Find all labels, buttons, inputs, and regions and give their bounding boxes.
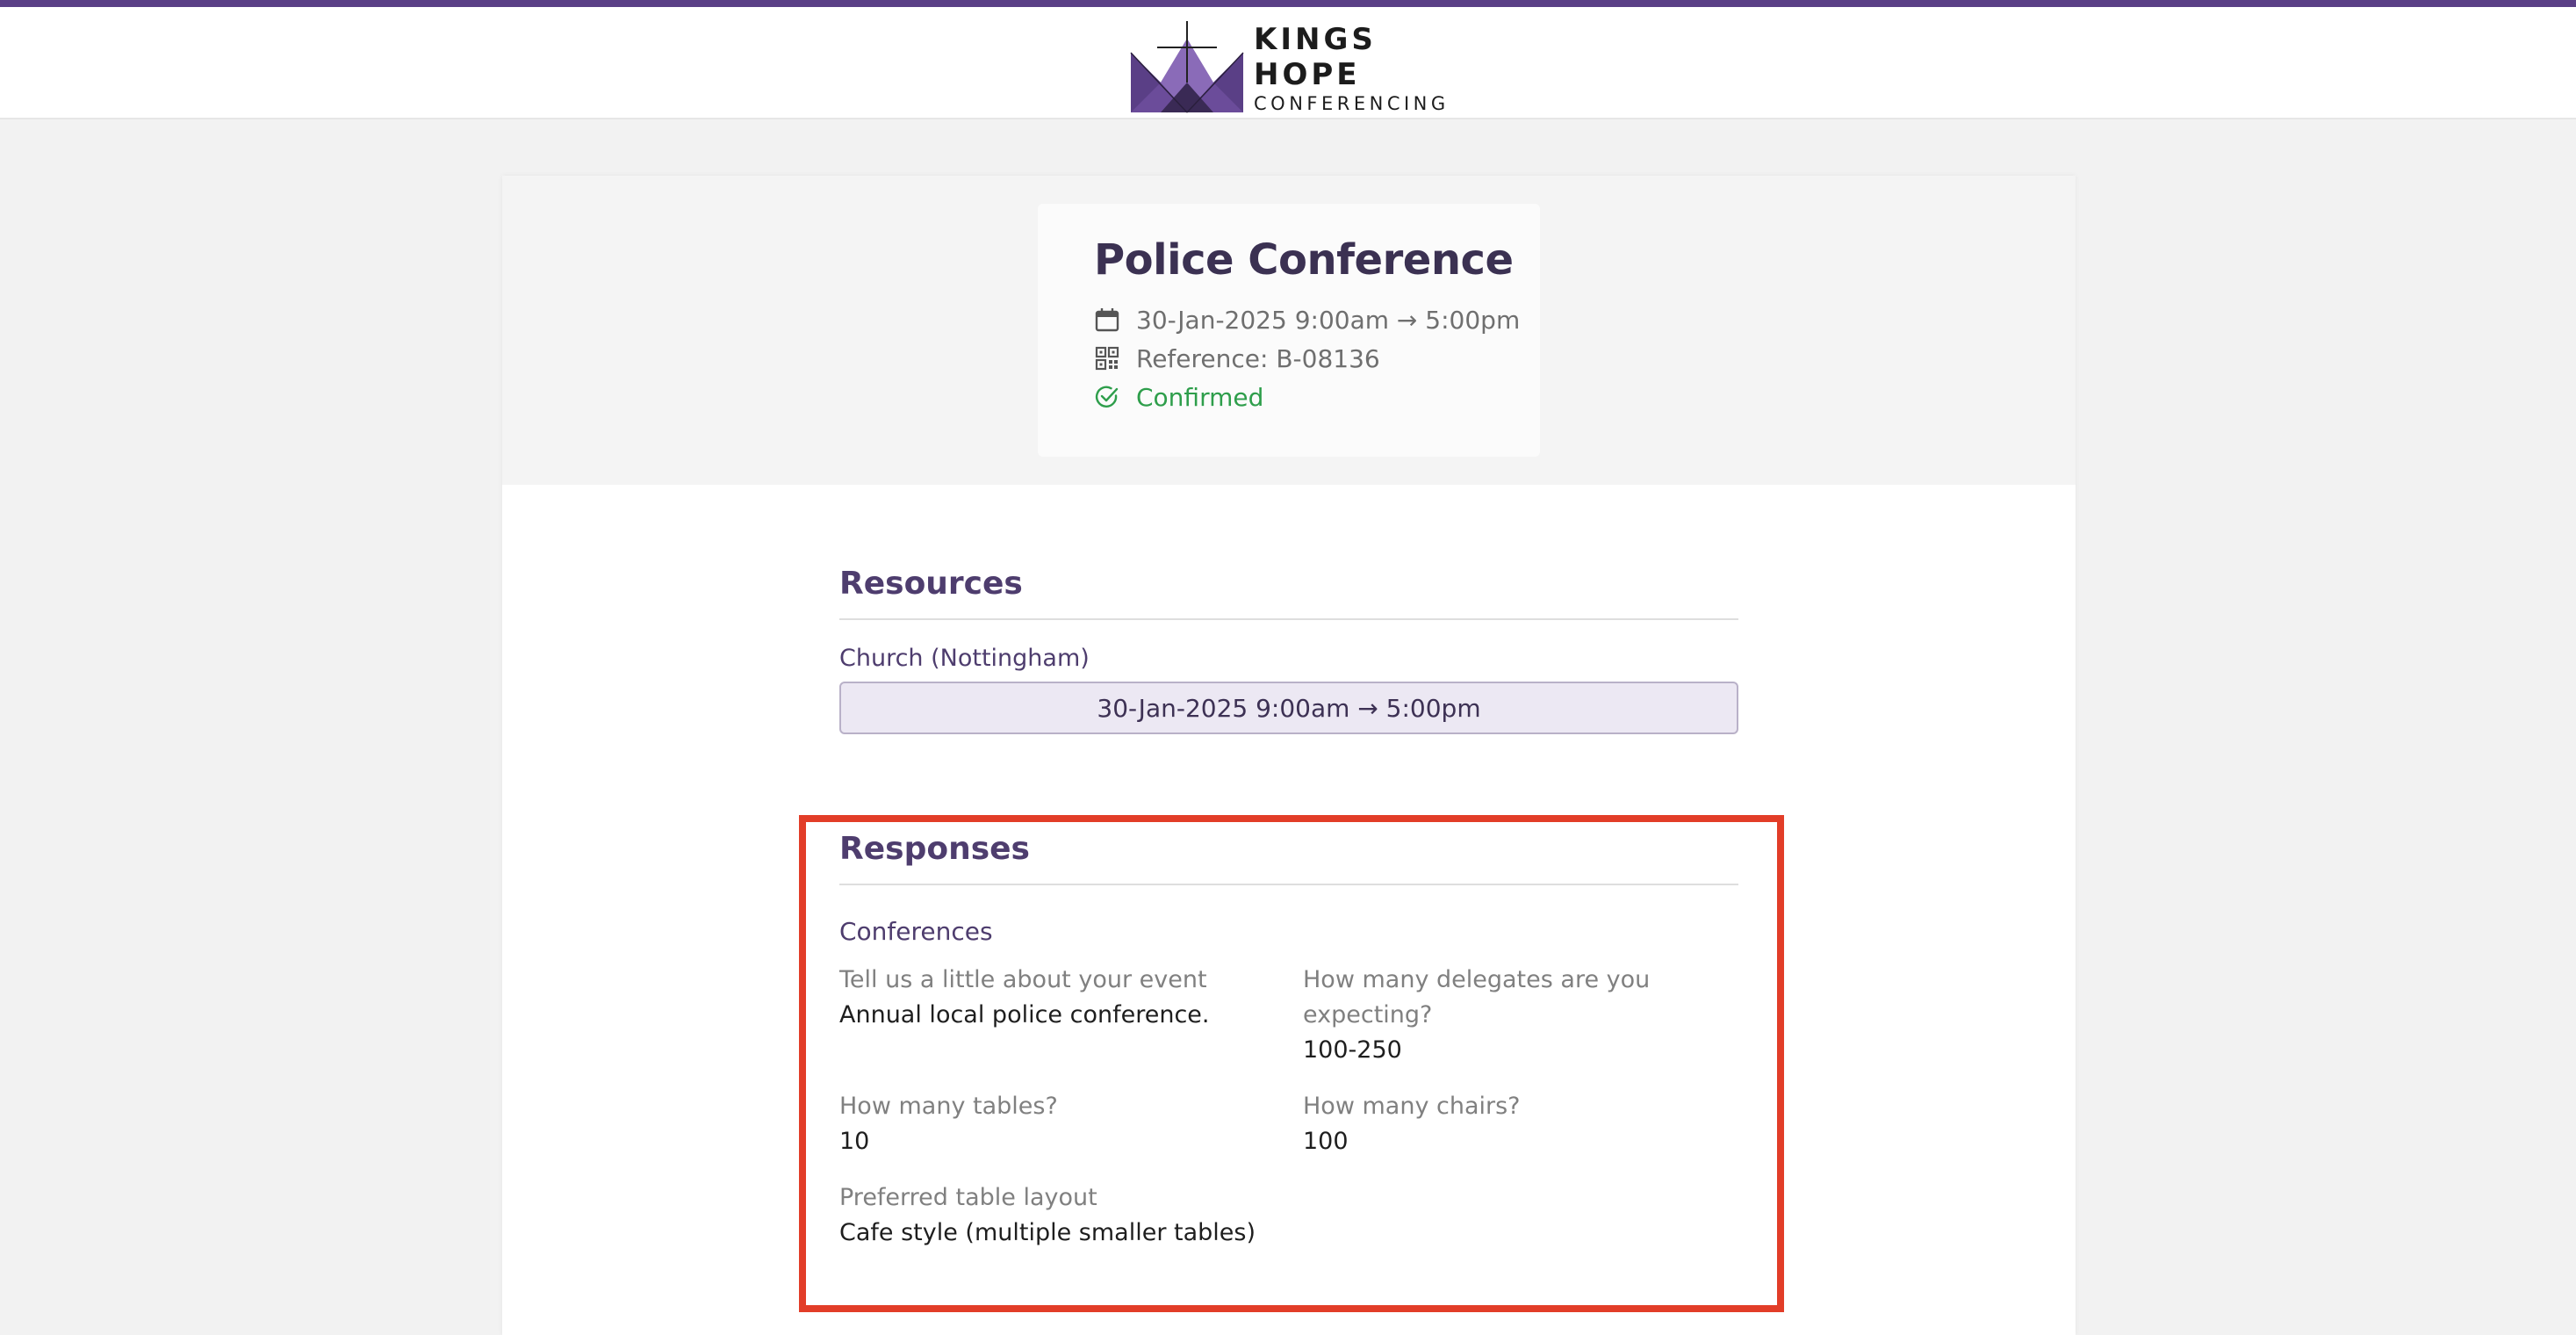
logo-name-line2: CONFERENCING	[1254, 93, 1450, 114]
response-item-tables: How many tables? 10	[839, 1089, 1303, 1159]
resource-time-slot: 30-Jan-2025 9:00am → 5:00pm	[839, 682, 1738, 734]
response-answer: 10	[839, 1128, 870, 1155]
event-reference-row: Reference: B-08136	[1094, 339, 1540, 378]
resources-heading: Resources	[839, 562, 1738, 620]
resource-name: Church (Nottingham)	[839, 645, 1090, 672]
logo-name-line1: KINGS HOPE	[1254, 22, 1377, 92]
response-item-delegates: How many delegates are you expecting? 10…	[1303, 963, 1738, 1068]
event-datetime-row: 30-Jan-2025 9:00am → 5:00pm	[1094, 300, 1540, 339]
top-accent-stripe	[0, 0, 2576, 7]
booking-summary: Police Conference 30-Jan-2025 9:00am → 5…	[1038, 204, 1540, 457]
responses-section: Responses Conferences Tell us a little a…	[839, 827, 1738, 1251]
calendar-icon	[1095, 308, 1119, 332]
response-question: How many tables?	[839, 1093, 1058, 1120]
booking-card: Police Conference 30-Jan-2025 9:00am → 5…	[502, 176, 2076, 1335]
response-answer: 100-250	[1303, 1036, 1402, 1064]
response-question: How many delegates are you expecting?	[1303, 966, 1651, 1028]
response-item-chairs: How many chairs? 100	[1303, 1089, 1738, 1159]
booking-summary-band: Police Conference 30-Jan-2025 9:00am → 5…	[502, 176, 2076, 485]
responses-group-label: Conferences	[839, 917, 993, 946]
response-item-table-layout: Preferred table layout Cafe style (multi…	[839, 1180, 1303, 1251]
response-answer: Cafe style (multiple smaller tables)	[839, 1219, 1256, 1246]
event-reference: Reference: B-08136	[1136, 343, 1380, 373]
response-answer: Annual local police conference.	[839, 1001, 1210, 1028]
response-answer: 100	[1303, 1128, 1349, 1155]
event-status: Confirmed	[1136, 382, 1264, 412]
qr-code-icon	[1095, 346, 1119, 371]
event-datetime: 30-Jan-2025 9:00am → 5:00pm	[1136, 305, 1521, 335]
response-item-event-description: Tell us a little about your event Annual…	[839, 963, 1303, 1068]
site-header: KINGS HOPE CONFERENCING	[0, 7, 2576, 119]
responses-grid: Tell us a little about your event Annual…	[839, 963, 1738, 1251]
logo-wordmark: KINGS HOPE CONFERENCING	[1254, 22, 1463, 115]
crown-logo-icon	[1130, 21, 1244, 113]
response-question: Preferred table layout	[839, 1184, 1097, 1211]
resources-section: Resources Church (Nottingham) 30-Jan-202…	[839, 562, 1738, 734]
responses-heading: Responses	[839, 827, 1738, 885]
check-circle-icon	[1095, 386, 1119, 408]
event-status-row: Confirmed	[1094, 378, 1540, 416]
response-question: Tell us a little about your event	[839, 966, 1207, 993]
event-title: Police Conference	[1094, 235, 1514, 285]
kings-hope-logo[interactable]: KINGS HOPE CONFERENCING	[1129, 21, 1463, 116]
response-question: How many chairs?	[1303, 1093, 1521, 1120]
